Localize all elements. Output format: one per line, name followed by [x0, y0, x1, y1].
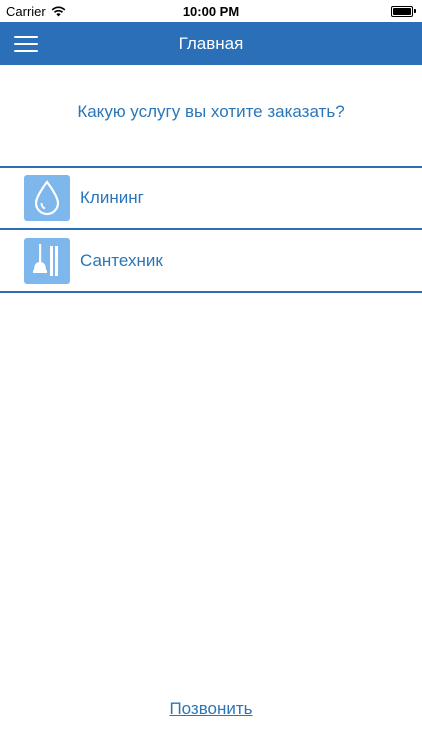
service-label: Клининг: [80, 188, 144, 207]
wifi-icon: [51, 6, 66, 16]
service-question: Какую услугу вы хотите заказать?: [77, 102, 345, 121]
service-list: Клининг Сантехник: [0, 166, 422, 293]
plunger-tools-icon: [24, 237, 70, 284]
battery-icon: [391, 5, 416, 17]
service-item-cleaning[interactable]: Клининг: [0, 166, 422, 228]
water-drop-icon: [24, 175, 70, 221]
status-left: Carrier: [6, 4, 66, 19]
navigation-bar: Главная: [0, 22, 422, 65]
carrier-label: Carrier: [6, 3, 46, 19]
hamburger-menu-icon[interactable]: [14, 31, 42, 57]
call-link[interactable]: Позвонить: [0, 699, 422, 719]
service-item-plumber[interactable]: Сантехник: [0, 228, 422, 293]
status-bar: Carrier 10:00 PM: [0, 0, 422, 22]
service-label: Сантехник: [80, 250, 163, 270]
page-title: Главная: [178, 34, 244, 53]
